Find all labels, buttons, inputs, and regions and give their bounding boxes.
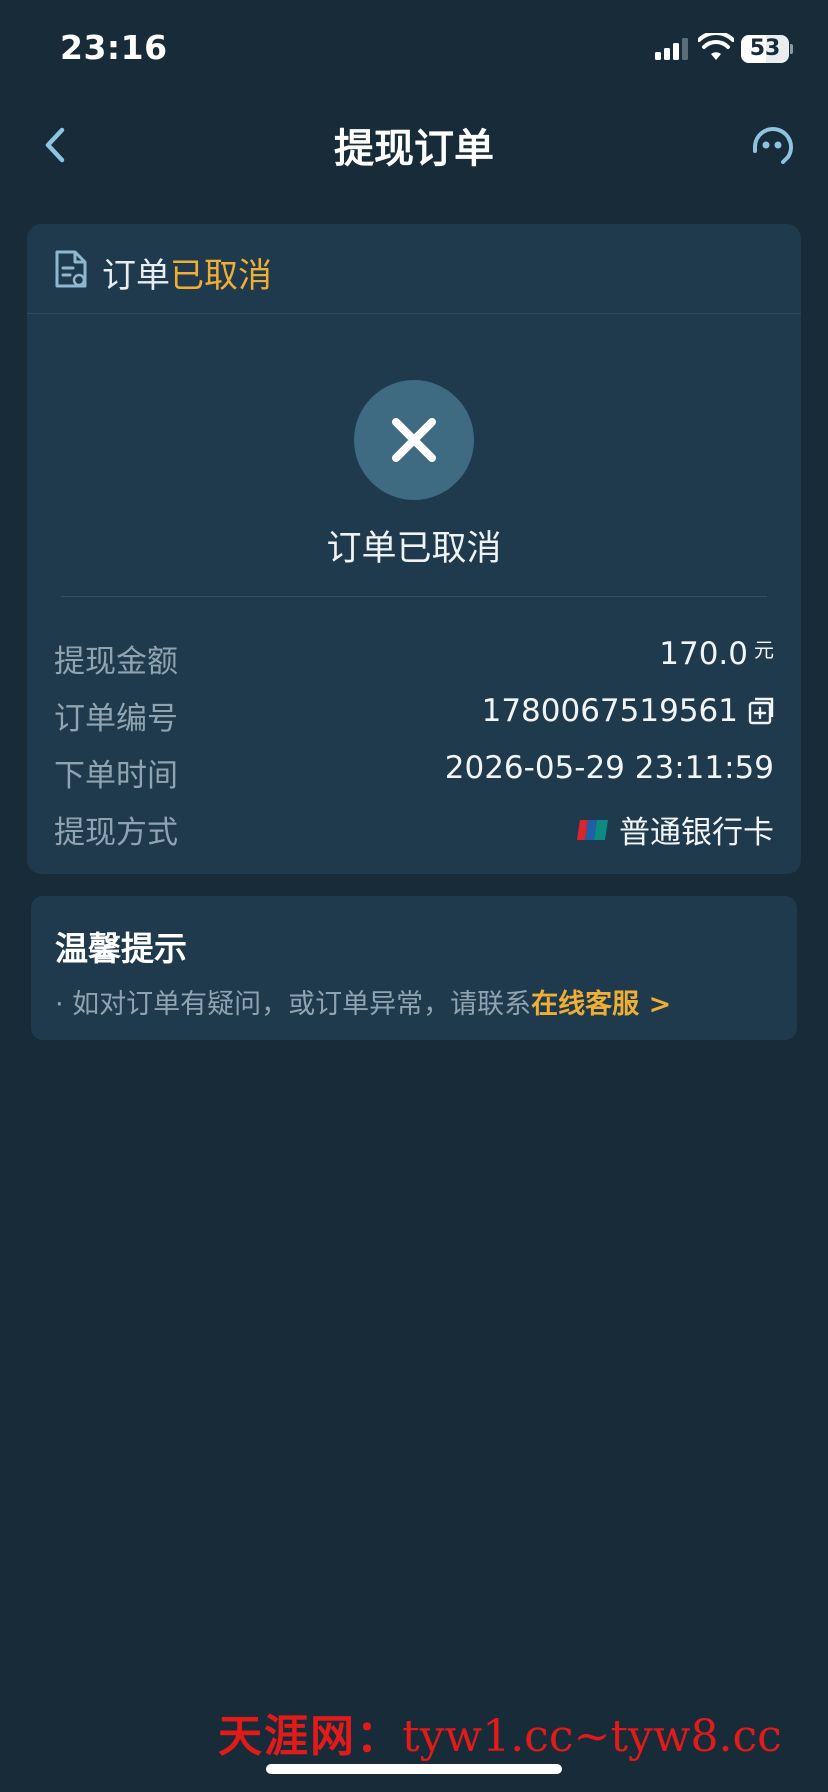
unionpay-icon [577,819,608,840]
page-title: 提现订单 [334,126,494,172]
cancelled-status-icon [354,380,474,500]
withdraw-amount-value-group: 170.0 元 [659,636,774,672]
close-icon [392,418,436,462]
order-number-label: 订单编号 [54,701,178,737]
battery-percent: 53 [749,36,781,61]
wifi-icon [698,33,734,60]
status-time: 23:16 [60,28,168,67]
customer-service-icon[interactable] [748,120,798,170]
order-time-value: 2026-05-29 23:11:59 [444,750,774,786]
order-time-label: 下单时间 [54,758,178,794]
tips-text: · 如对订单有疑问，或订单异常，请联系 [55,989,532,1020]
withdraw-amount-value: 170.0 [659,636,748,672]
tips-title: 温馨提示 [55,929,187,968]
withdraw-method-value-group: 普通银行卡 [577,807,774,852]
online-service-link[interactable]: 在线客服 > [531,989,671,1020]
withdraw-method-row: 提现方式 普通银行卡 [54,801,774,851]
order-number-value-group: 1780067519561 [482,693,774,729]
watermark-cn: 天涯网： [218,1711,402,1762]
withdraw-method-label: 提现方式 [54,815,178,851]
watermark: 天涯网：tyw1.cc~tyw8.cc [218,1700,782,1764]
order-number-row: 订单编号 1780067519561 [54,687,774,737]
order-time-row: 下单时间 2026-05-29 23:11:59 [54,744,774,794]
order-header-status: 已取消 [170,256,272,296]
watermark-url: tyw1.cc~tyw8.cc [402,1711,782,1762]
order-status-header: 订单已取消 [102,248,272,297]
nav-bar: 提现订单 [0,100,828,190]
cancelled-status-text: 订单已取消 [326,529,502,569]
divider [61,596,767,597]
withdraw-method-value: 普通银行卡 [619,815,774,851]
status-bar: 23:16 53 [0,0,828,100]
currency-unit: 元 [754,637,774,662]
order-header-prefix: 订单 [102,256,170,296]
copy-icon[interactable] [748,697,774,725]
home-indicator[interactable] [266,1764,562,1774]
tips-card: 温馨提示 · 如对订单有疑问，或订单异常，请联系在线客服 > [31,896,797,1040]
order-card: 订单已取消 订单已取消 提现金额 170.0 元 订单编号 1780067519… [27,224,801,874]
withdraw-amount-label: 提现金额 [54,644,178,680]
order-card-header: 订单已取消 [27,224,801,314]
order-number-value: 1780067519561 [481,693,738,729]
cellular-signal-icon [655,38,688,60]
order-document-icon [55,250,87,288]
tips-text-line: · 如对订单有疑问，或订单异常，请联系在线客服 > [55,982,671,1021]
battery-icon: 53 [741,35,793,63]
withdraw-amount-row: 提现金额 170.0 元 [54,630,774,680]
screen: 23:16 53 提现订单 订单已取消 订单已取消 提现金额 170.0 元 订… [0,0,828,1792]
